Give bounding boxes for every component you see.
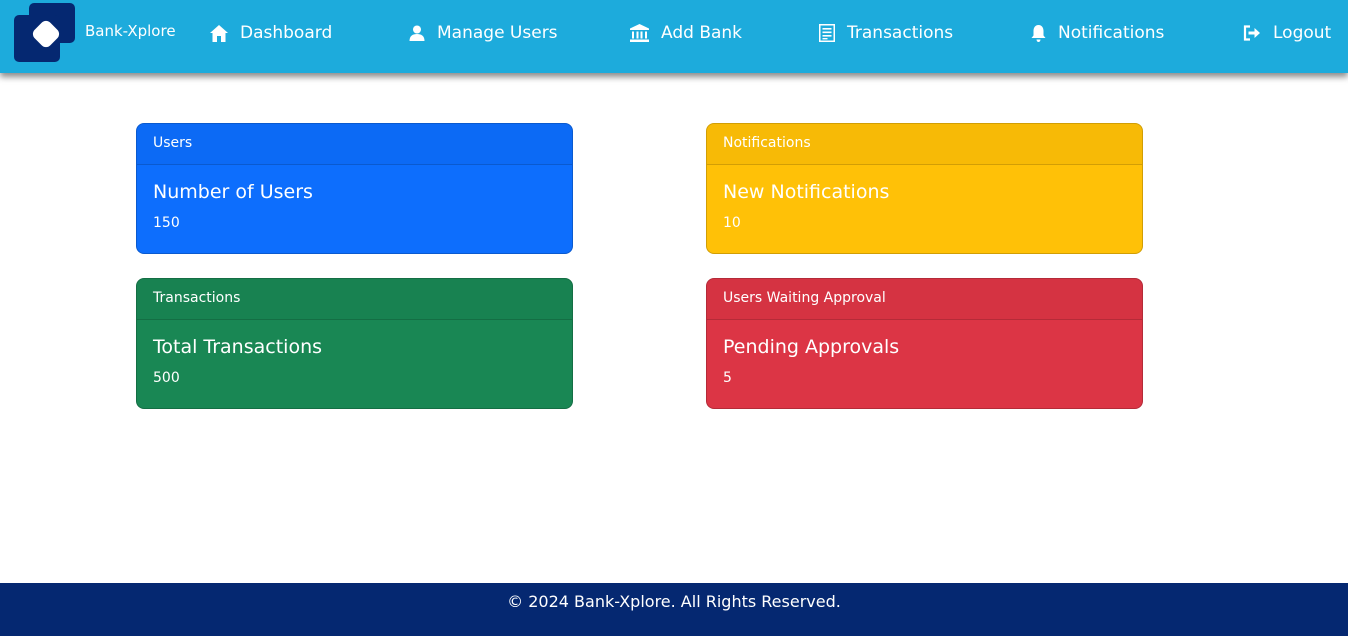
nav-transactions-link[interactable]: Transactions xyxy=(819,20,953,46)
bank-icon xyxy=(630,24,649,42)
nav-notifications-link[interactable]: Notifications xyxy=(1031,20,1164,46)
nav-notifications-label: Notifications xyxy=(1058,23,1165,43)
pending-approvals-card-title: Pending Approvals xyxy=(723,336,900,358)
home-icon xyxy=(210,24,228,42)
nav-transactions-label: Transactions xyxy=(847,23,954,43)
transactions-card-header: Transactions xyxy=(137,279,572,320)
users-card-value: 150 xyxy=(153,215,180,231)
notifications-card-title: New Notifications xyxy=(723,181,890,203)
nav-logout-link[interactable]: Logout xyxy=(1243,20,1331,46)
nav-add-bank-label: Add Bank xyxy=(661,23,743,43)
transactions-card: Transactions Total Transactions 500 xyxy=(136,278,573,409)
users-card-title: Number of Users xyxy=(153,181,313,203)
nav-dashboard-label: Dashboard xyxy=(240,23,333,43)
brand-name[interactable]: Bank-Xplore xyxy=(85,22,176,40)
transactions-card-title: Total Transactions xyxy=(153,336,323,358)
logout-icon xyxy=(1243,25,1260,41)
nav-manage-users-label: Manage Users xyxy=(437,23,558,43)
receipt-icon xyxy=(819,24,835,42)
footer-copyright-text: © 2024 Bank-Xplore. All Rights Reserved. xyxy=(507,592,841,611)
notifications-card-value: 10 xyxy=(723,215,741,231)
page-footer: © 2024 Bank-Xplore. All Rights Reserved. xyxy=(0,583,1348,636)
users-card: Users Number of Users 150 xyxy=(136,123,573,254)
bell-icon xyxy=(1031,25,1046,42)
pending-approvals-card: Users Waiting Approval Pending Approvals… xyxy=(706,278,1143,409)
top-navbar: Bank-Xplore Dashboard Manage Users Add B… xyxy=(0,0,1348,73)
transactions-card-value: 500 xyxy=(153,370,180,386)
notifications-card: Notifications New Notifications 10 xyxy=(706,123,1143,254)
pending-approvals-card-value: 5 xyxy=(723,370,732,386)
nav-logout-label: Logout xyxy=(1273,23,1332,43)
user-icon xyxy=(409,25,425,41)
notifications-card-header: Notifications xyxy=(707,124,1142,165)
nav-dashboard-link[interactable]: Dashboard xyxy=(210,20,332,46)
brand-logo-icon[interactable] xyxy=(14,3,76,63)
nav-manage-users-link[interactable]: Manage Users xyxy=(409,20,558,46)
nav-add-bank-link[interactable]: Add Bank xyxy=(630,20,742,46)
users-card-header: Users xyxy=(137,124,572,165)
pending-approvals-card-header: Users Waiting Approval xyxy=(707,279,1142,320)
